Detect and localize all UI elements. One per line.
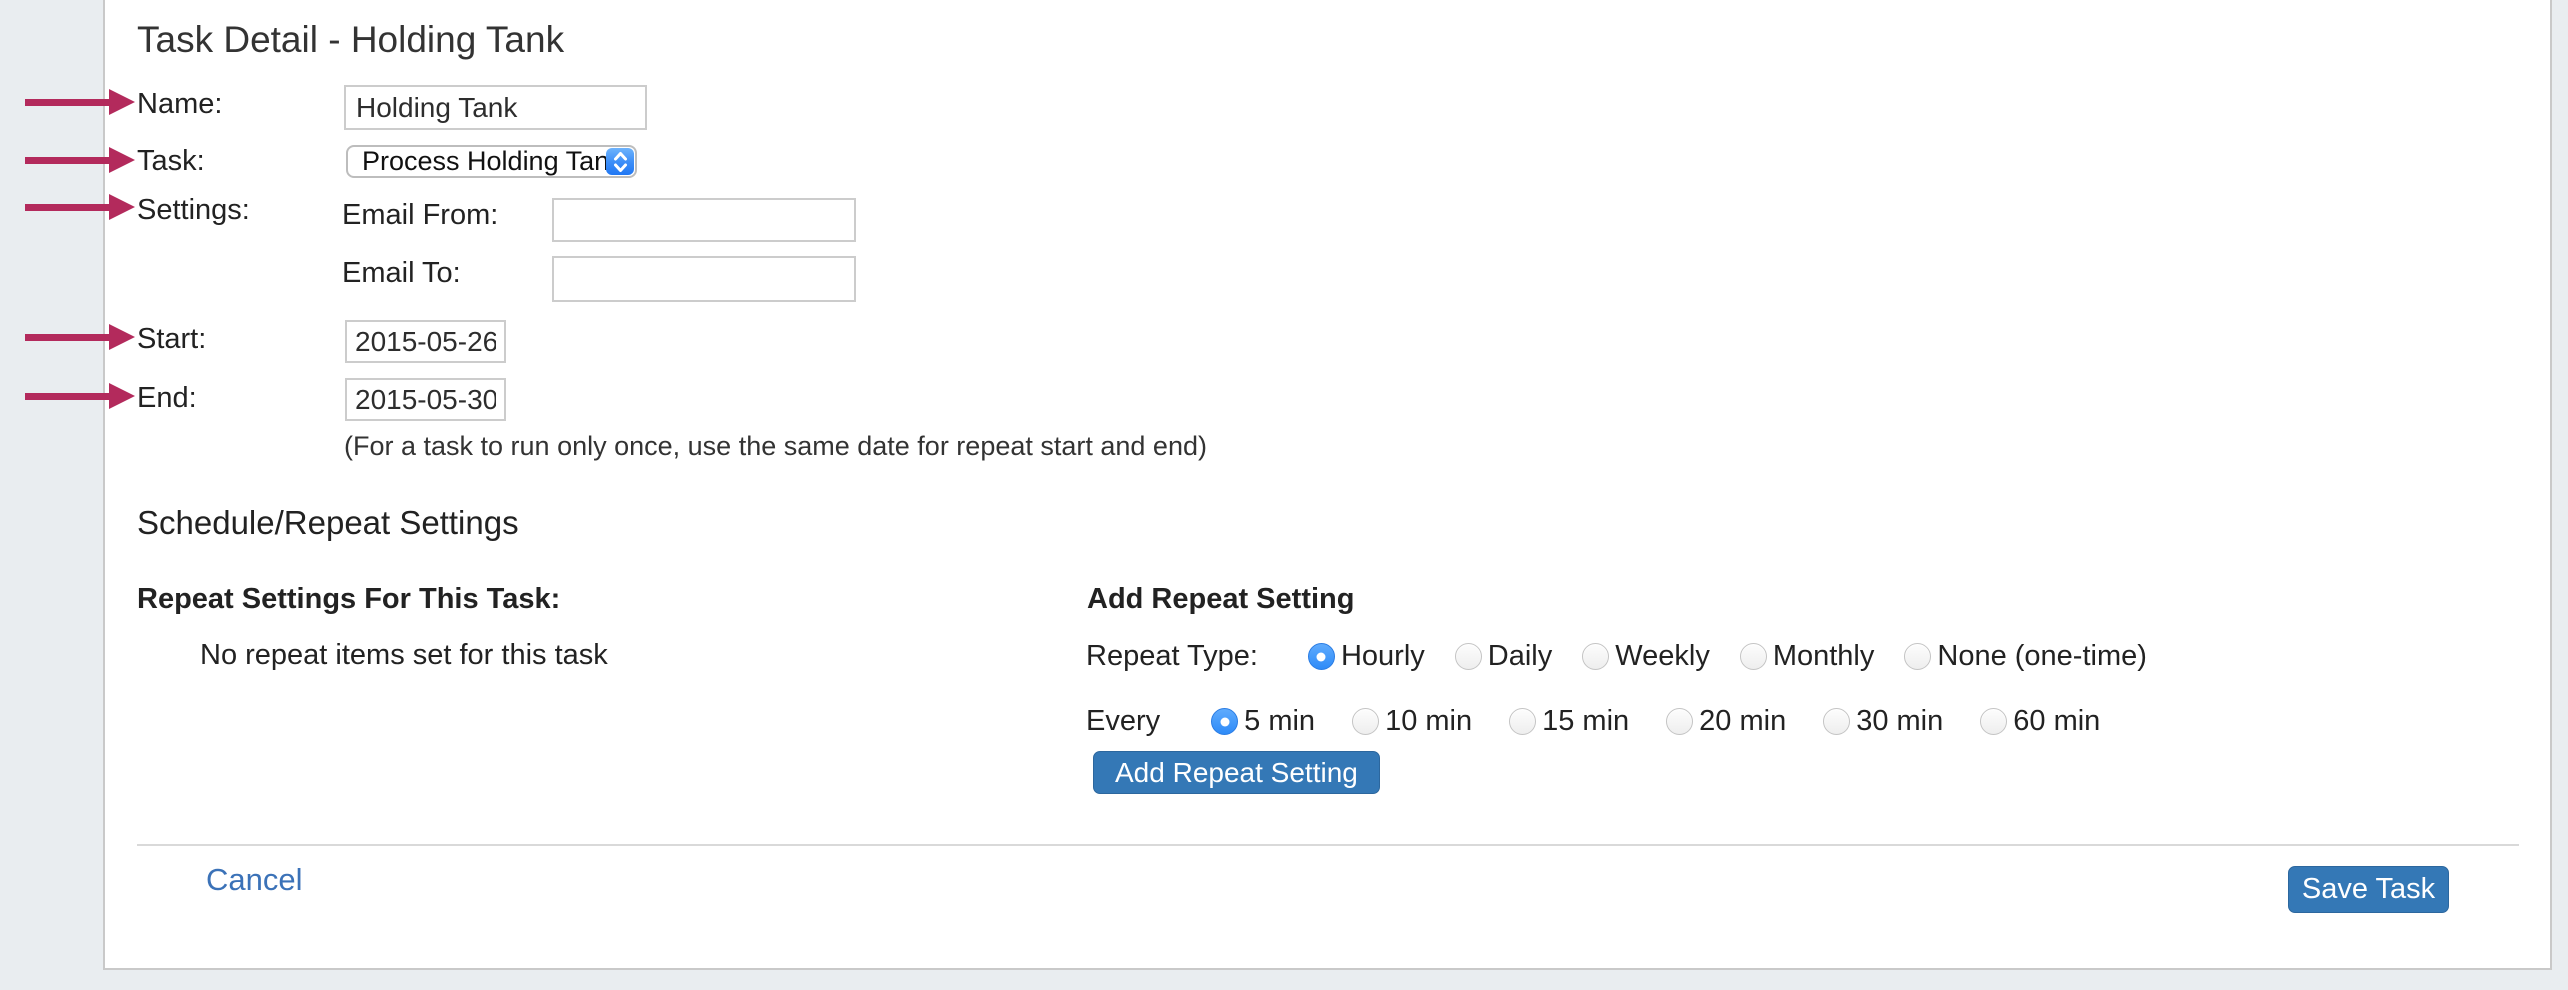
arrow-icon-end xyxy=(25,383,135,409)
email-from-input[interactable] xyxy=(552,198,856,242)
radio-weekly[interactable]: Weekly xyxy=(1582,640,1710,673)
end-date-input[interactable] xyxy=(345,378,506,421)
radio-30-min-label: 30 min xyxy=(1856,705,1943,738)
end-label: End: xyxy=(137,381,197,415)
radio-15-min-label: 15 min xyxy=(1542,705,1629,738)
every-interval-row: Every 5 min 10 min 15 min 20 min 30 min … xyxy=(1086,705,2100,738)
radio-60-min[interactable]: 60 min xyxy=(1980,705,2100,738)
settings-label: Settings: xyxy=(137,193,250,227)
radio-hourly-label: Hourly xyxy=(1341,640,1425,673)
every-label: Every xyxy=(1086,705,1160,738)
radio-button-icon[interactable] xyxy=(1980,708,2007,735)
radio-button-icon[interactable] xyxy=(1582,643,1609,670)
radio-daily[interactable]: Daily xyxy=(1455,640,1552,673)
radio-button-icon[interactable] xyxy=(1666,708,1693,735)
radio-20-min[interactable]: 20 min xyxy=(1666,705,1786,738)
radio-button-icon[interactable] xyxy=(1308,643,1335,670)
task-select[interactable]: Process Holding Tank xyxy=(346,145,637,178)
radio-button-icon[interactable] xyxy=(1904,643,1931,670)
radio-button-icon[interactable] xyxy=(1740,643,1767,670)
name-input[interactable] xyxy=(344,85,647,130)
radio-60-min-label: 60 min xyxy=(2013,705,2100,738)
radio-30-min[interactable]: 30 min xyxy=(1823,705,1943,738)
add-repeat-setting-button[interactable]: Add Repeat Setting xyxy=(1093,751,1380,794)
email-to-input[interactable] xyxy=(552,256,856,302)
email-to-label: Email To: xyxy=(342,256,461,290)
radio-button-icon[interactable] xyxy=(1455,643,1482,670)
arrow-icon-name xyxy=(25,89,135,115)
name-label: Name: xyxy=(137,87,222,121)
arrow-icon-task xyxy=(25,147,135,173)
task-select-value: Process Holding Tank xyxy=(362,146,623,177)
schedule-section-heading: Schedule/Repeat Settings xyxy=(137,504,519,542)
radio-5-min-label: 5 min xyxy=(1244,705,1315,738)
arrow-icon-settings xyxy=(25,194,135,220)
no-repeat-items-message: No repeat items set for this task xyxy=(200,639,608,672)
cancel-link[interactable]: Cancel xyxy=(206,862,303,898)
start-date-input[interactable] xyxy=(345,320,506,363)
footer-divider xyxy=(137,844,2519,846)
radio-none-label: None (one-time) xyxy=(1937,640,2147,673)
radio-15-min[interactable]: 15 min xyxy=(1509,705,1629,738)
radio-monthly-label: Monthly xyxy=(1773,640,1875,673)
page-title: Task Detail - Holding Tank xyxy=(137,18,564,62)
select-stepper-icon xyxy=(606,148,634,175)
radio-5-min[interactable]: 5 min xyxy=(1211,705,1315,738)
email-from-label: Email From: xyxy=(342,198,498,232)
radio-none-one-time[interactable]: None (one-time) xyxy=(1904,640,2147,673)
add-repeat-heading: Add Repeat Setting xyxy=(1087,583,1354,616)
radio-hourly[interactable]: Hourly xyxy=(1308,640,1425,673)
start-label: Start: xyxy=(137,322,206,356)
radio-daily-label: Daily xyxy=(1488,640,1552,673)
radio-20-min-label: 20 min xyxy=(1699,705,1786,738)
task-label: Task: xyxy=(137,144,205,178)
task-detail-page: { "page": { "title": "Task Detail - Hold… xyxy=(0,0,2568,990)
repeat-type-row: Repeat Type: Hourly Daily Weekly Monthly… xyxy=(1086,640,2147,673)
radio-button-icon[interactable] xyxy=(1823,708,1850,735)
arrow-icon-start xyxy=(25,324,135,350)
radio-10-min-label: 10 min xyxy=(1385,705,1472,738)
save-task-button[interactable]: Save Task xyxy=(2288,866,2449,913)
date-help-note: (For a task to run only once, use the sa… xyxy=(344,431,1207,462)
repeat-type-label: Repeat Type: xyxy=(1086,640,1258,673)
radio-button-icon[interactable] xyxy=(1509,708,1536,735)
existing-repeats-heading: Repeat Settings For This Task: xyxy=(137,583,560,616)
radio-monthly[interactable]: Monthly xyxy=(1740,640,1875,673)
radio-10-min[interactable]: 10 min xyxy=(1352,705,1472,738)
radio-button-icon[interactable] xyxy=(1352,708,1379,735)
radio-button-icon[interactable] xyxy=(1211,708,1238,735)
radio-weekly-label: Weekly xyxy=(1615,640,1710,673)
